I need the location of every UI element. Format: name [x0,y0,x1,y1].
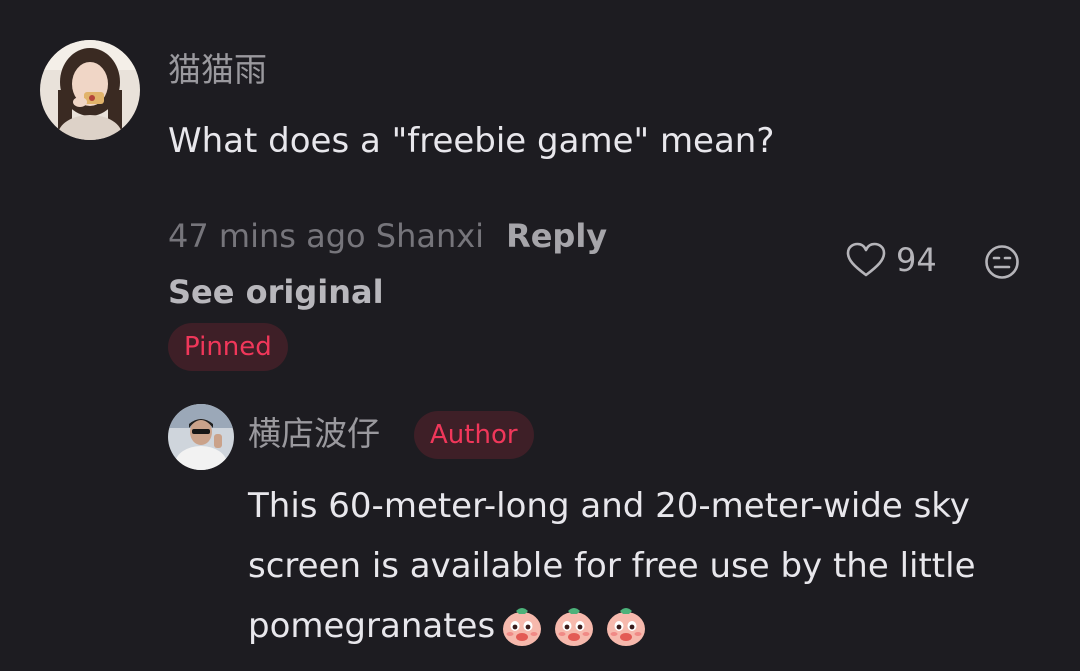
pomegranate-emoji-icon [607,608,646,646]
like-count: 94 [896,241,937,279]
author-badge: Author [414,411,534,459]
meh-face-icon[interactable] [984,244,1020,280]
reply-text: This 60-meter-long and 20-meter-wide sky… [248,476,1038,656]
reply-text-line-text: pomegranates [248,606,496,646]
reply-text-line: screen is available for free use by the … [248,546,976,586]
like-button[interactable]: 94 [846,238,937,282]
comment-thread: 猫猫雨 What does a "freebie game" mean? 47 … [0,0,1080,671]
heart-outline-icon [846,242,886,277]
comment-text: What does a "freebie game" mean? [168,121,775,161]
comment-time-location: 47 mins ago Shanxi [168,217,485,255]
pomegranate-emoji-icon [555,608,594,646]
pomegranate-emoji-icon [503,608,542,646]
reply-avatar[interactable] [168,404,234,470]
reply-button[interactable]: Reply [506,217,607,255]
comment-avatar[interactable] [40,40,140,140]
reply-text-line: This 60-meter-long and 20-meter-wide sky [248,486,970,526]
see-original-button[interactable]: See original [168,270,384,314]
pinned-badge: Pinned [168,323,288,371]
user-avatar-man-icon [168,404,234,470]
reply-username[interactable]: 横店波仔 [248,414,380,454]
comment-username[interactable]: 猫猫雨 [168,50,267,90]
comment-meta: 47 mins ago Shanxi Reply [168,214,607,258]
reply-text-line-last: pomegranates [248,596,1038,656]
user-avatar-woman-icon [40,40,140,140]
